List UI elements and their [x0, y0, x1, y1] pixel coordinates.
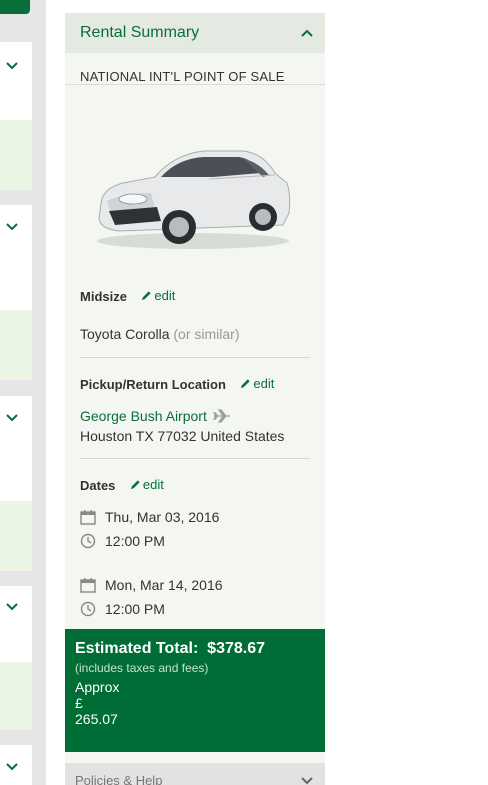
location-title: Pickup/Return Location [80, 377, 226, 392]
left-panel[interactable] [0, 42, 32, 120]
chevron-down-icon [6, 603, 18, 611]
left-panel[interactable] [0, 205, 32, 310]
pencil-icon [241, 379, 250, 389]
left-panel[interactable] [0, 586, 32, 662]
car-class-label: Midsize [80, 289, 127, 304]
car-or-similar: (or similar) [173, 326, 240, 342]
pencil-icon [130, 480, 140, 490]
car-model: Toyota Corolla (or similar) [80, 326, 310, 342]
dates-section: Dates edit Thu, Mar 03, 2016 12:00 PM Mo… [65, 477, 325, 621]
left-column [0, 0, 46, 785]
edit-car-label: edit [154, 288, 176, 303]
chevron-up-icon[interactable] [301, 29, 313, 37]
pickup-date-row: Thu, Mar 03, 2016 [80, 505, 310, 529]
approx-total: Approx £ 265.07 [75, 679, 315, 727]
left-panel[interactable] [0, 396, 32, 501]
left-panel-content [0, 120, 32, 190]
clock-icon [80, 533, 96, 549]
edit-dates-link[interactable]: edit [130, 477, 164, 492]
left-panel-content [0, 310, 32, 380]
edit-location-label: edit [253, 376, 275, 391]
estimated-total-label: Estimated Total: [75, 640, 199, 657]
page: Rental Summary NATIONAL INT'L POINT OF S… [0, 0, 488, 785]
chevron-down-icon [6, 763, 18, 771]
left-panel-content [0, 662, 32, 730]
calendar-icon [80, 510, 96, 525]
return-date-row: Mon, Mar 14, 2016 [80, 573, 310, 597]
divider [80, 458, 310, 459]
point-of-sale-label: NATIONAL INT'L POINT OF SALE [80, 69, 285, 84]
left-panel-content [0, 501, 32, 571]
continue-button-partial[interactable] [0, 0, 30, 14]
pencil-icon [142, 291, 152, 301]
car-section: Midsize edit Toyota Corolla (or similar) [65, 288, 325, 342]
location-name-link[interactable]: George Bush Airport [80, 408, 231, 424]
calendar-icon [80, 578, 96, 593]
approx-currency: £ [75, 695, 83, 711]
chevron-down-icon [6, 223, 18, 231]
approx-label: Approx [75, 679, 120, 695]
edit-dates-label: edit [142, 477, 164, 492]
pickup-time: 12:00 PM [105, 533, 165, 549]
rental-summary-title: Rental Summary [80, 24, 200, 41]
return-time: 12:00 PM [105, 601, 165, 617]
chevron-down-icon [301, 777, 313, 785]
location-address: Houston TX 77032 United States [80, 428, 285, 444]
car-model-name: Toyota Corolla [80, 326, 170, 342]
car-image [97, 150, 291, 249]
left-panel[interactable] [0, 745, 32, 785]
clock-icon [80, 601, 96, 617]
estimated-total: Estimated Total: $378.67 [75, 640, 315, 658]
return-date: Mon, Mar 14, 2016 [105, 577, 223, 593]
pickup-time-row: 12:00 PM [80, 529, 310, 553]
policies-help-header[interactable]: Policies & Help [65, 763, 325, 785]
location-name: George Bush Airport [80, 408, 207, 424]
rental-summary-header[interactable]: Rental Summary [65, 13, 325, 53]
airplane-icon [212, 409, 230, 423]
return-time-row: 12:00 PM [80, 597, 310, 621]
divider [65, 84, 325, 85]
chevron-down-icon [6, 62, 18, 70]
pickup-date: Thu, Mar 03, 2016 [105, 509, 220, 525]
edit-car-link[interactable]: edit [141, 288, 175, 303]
divider [80, 357, 310, 358]
dates-title: Dates [80, 478, 116, 493]
rental-summary-panel: Rental Summary NATIONAL INT'L POINT OF S… [65, 13, 325, 785]
estimated-total-amount: $378.67 [207, 640, 266, 657]
chevron-down-icon [6, 414, 18, 422]
estimated-total-box: Estimated Total: $378.67 (includes taxes… [65, 629, 325, 752]
edit-location-link[interactable]: edit [240, 376, 274, 391]
approx-amount: 265.07 [75, 711, 118, 727]
policies-help-label: Policies & Help [75, 773, 163, 785]
taxes-note: (includes taxes and fees) [75, 661, 209, 675]
location-section: Pickup/Return Location edit George Bush … [65, 376, 325, 444]
